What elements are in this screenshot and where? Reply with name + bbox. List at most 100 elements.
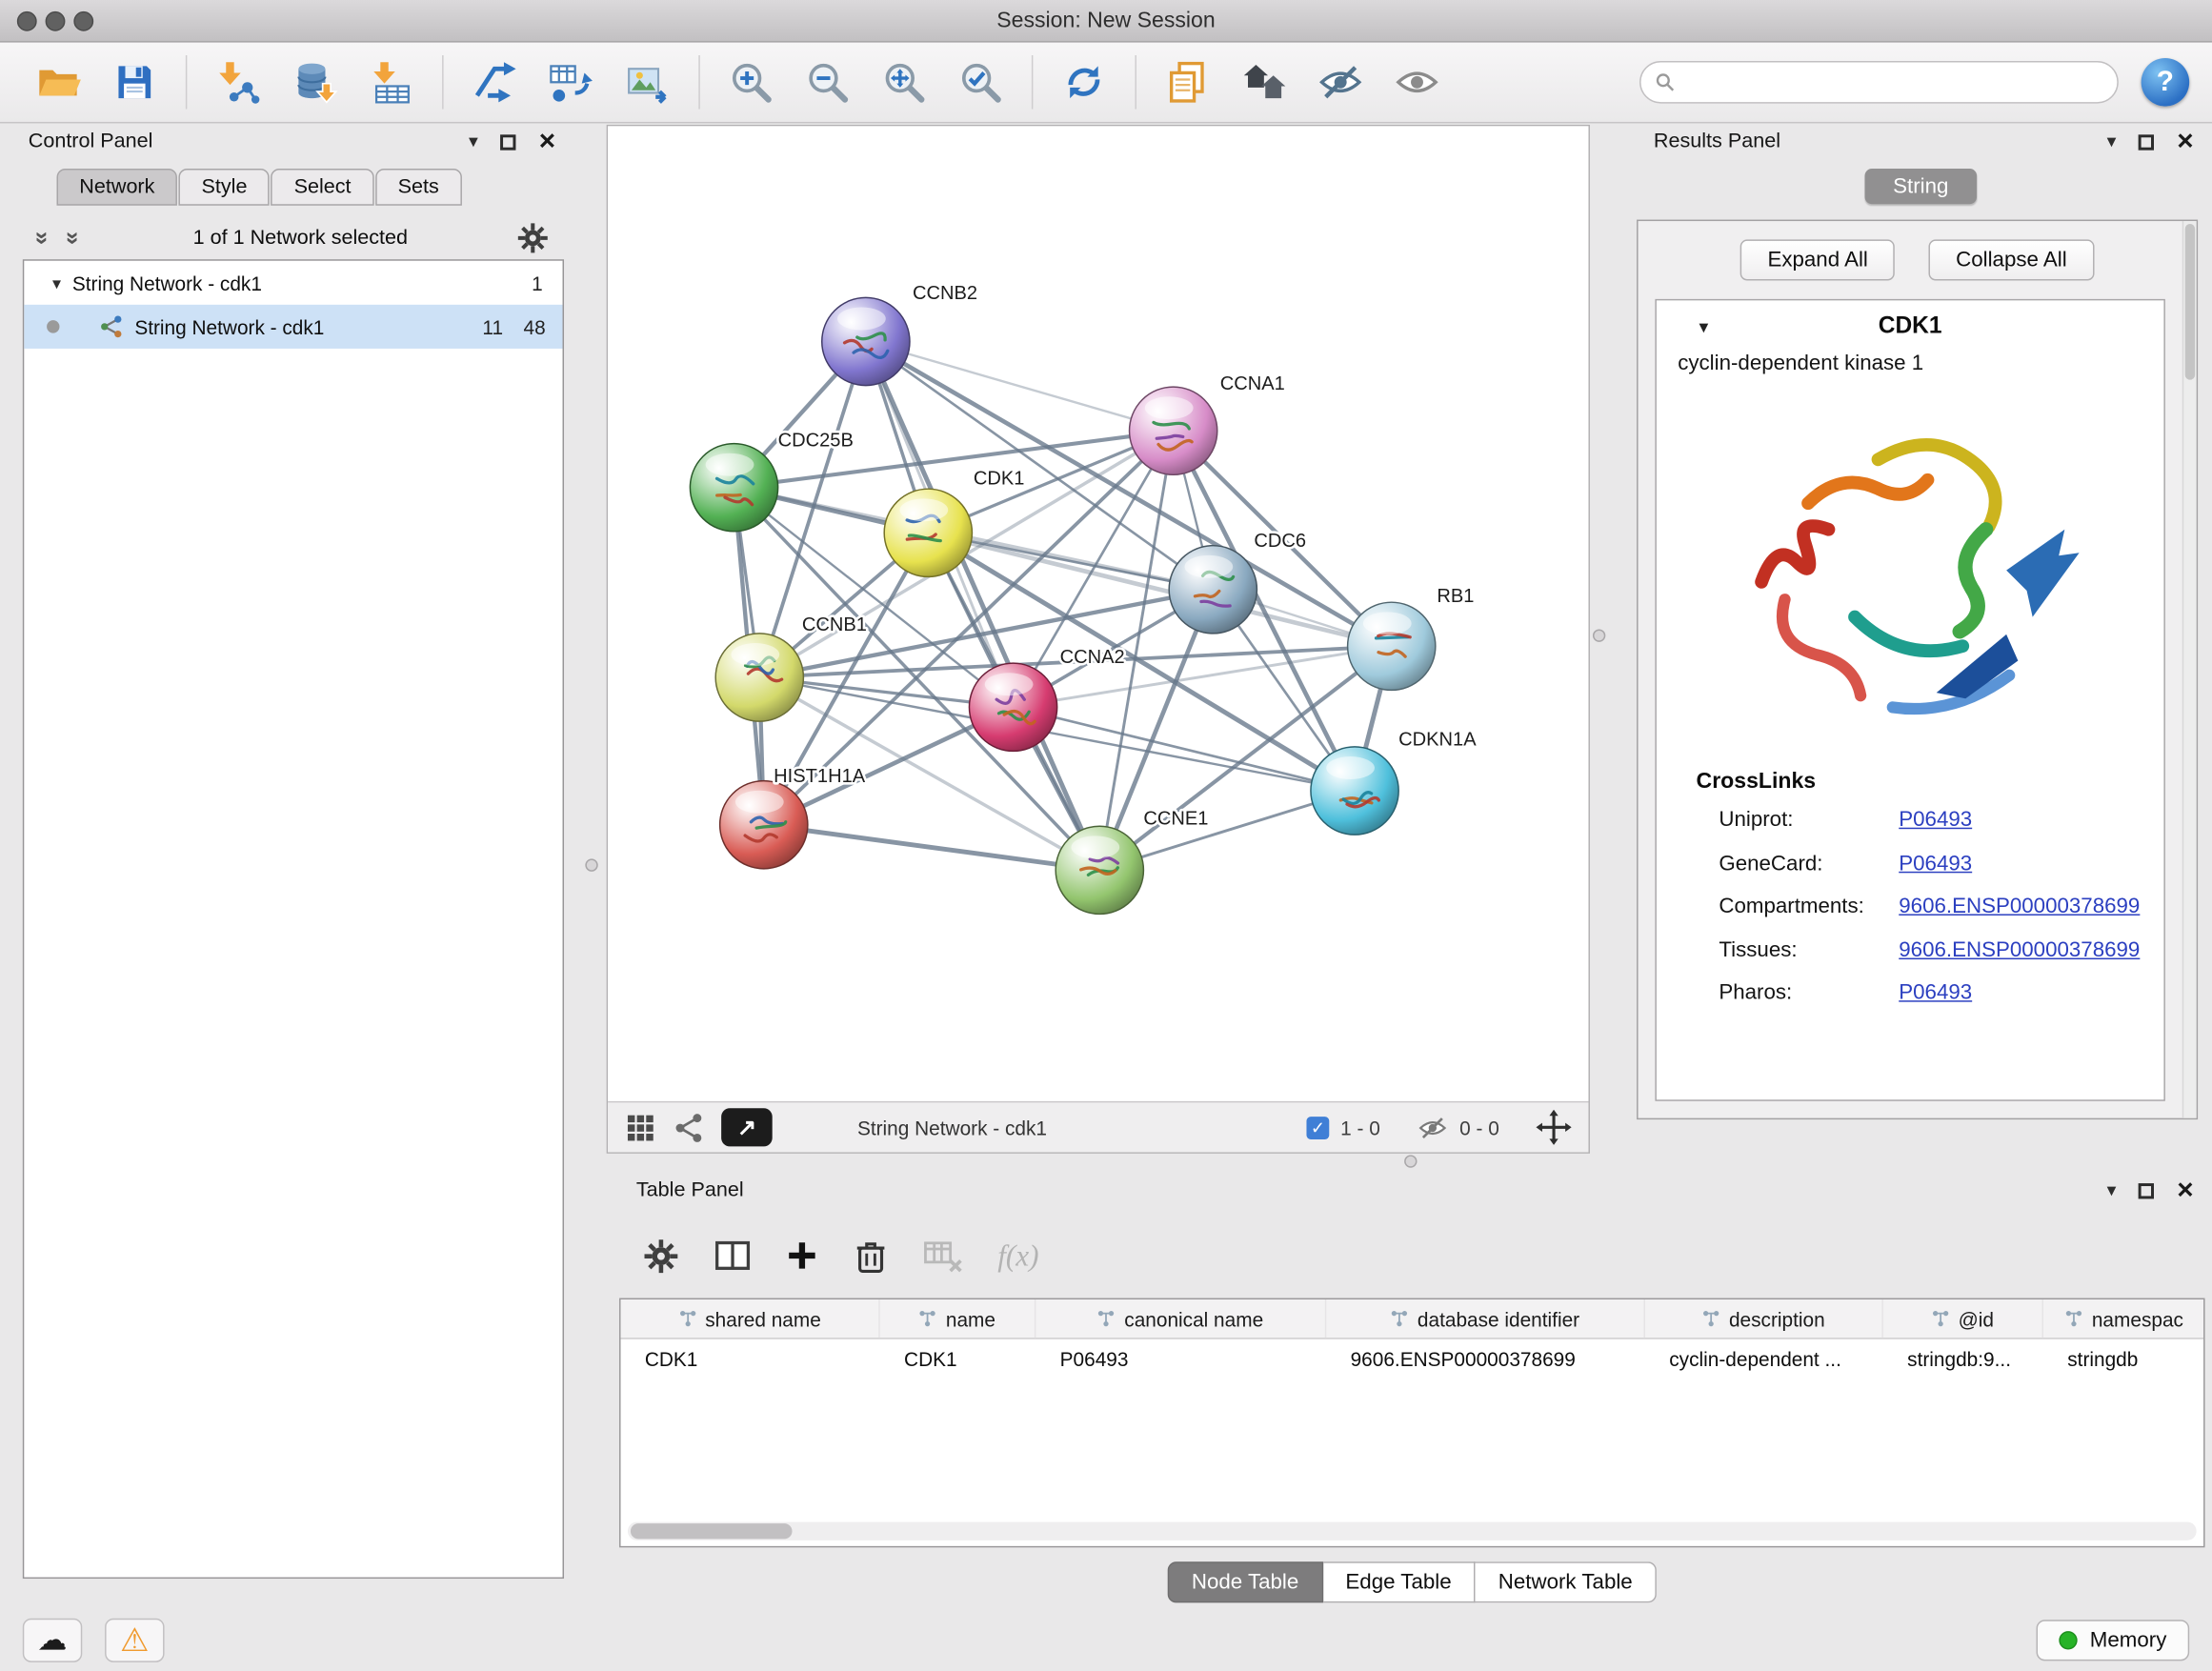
network-node-CDK1[interactable] (884, 489, 972, 576)
crosslink-link-genecard-[interactable]: P06493 (1899, 842, 1972, 885)
network-options-gear[interactable] (515, 221, 550, 255)
open-session-button[interactable] (27, 50, 89, 114)
network-row[interactable]: String Network - cdk1 11 48 (24, 305, 562, 349)
close-panel-icon[interactable]: × (539, 128, 555, 156)
column-header-database-identifier[interactable]: database identifier (1326, 1299, 1645, 1338)
table-cell[interactable]: P06493 (1036, 1339, 1326, 1379)
close-panel-icon[interactable]: × (2177, 1177, 2193, 1205)
refresh-button[interactable] (1053, 50, 1115, 114)
network-node-HIST1H1A[interactable] (720, 781, 808, 869)
network-collection-row[interactable]: ▾ String Network - cdk1 1 (24, 261, 562, 305)
zoom-out-button[interactable] (796, 50, 858, 114)
splitter-handle[interactable] (1404, 1155, 1417, 1167)
float-panel-icon[interactable] (2139, 134, 2154, 150)
network-edge[interactable] (764, 825, 1100, 871)
cloud-status-button[interactable]: ☁ (23, 1618, 82, 1661)
column-header-description[interactable]: description (1645, 1299, 1883, 1338)
table-cell[interactable]: stringdb:9... (1883, 1339, 2043, 1379)
table-cell[interactable]: CDK1 (880, 1339, 1036, 1379)
table-cell[interactable]: CDK1 (621, 1339, 880, 1379)
function-builder-button[interactable]: f(x) (997, 1238, 1038, 1273)
network-node-CCNB1[interactable] (715, 634, 803, 721)
birds-eye-button[interactable] (1536, 1110, 1571, 1145)
table-row[interactable]: CDK1CDK1P064939606.ENSP00000378699cyclin… (621, 1339, 2204, 1379)
zoom-in-button[interactable] (720, 50, 782, 114)
table-cell[interactable]: stringdb (2043, 1339, 2205, 1379)
delete-column-button[interactable] (853, 1238, 888, 1273)
import-network-file-button[interactable] (207, 50, 269, 114)
panel-menu-icon[interactable]: ▾ (2107, 1179, 2117, 1202)
column-header-name[interactable]: name (880, 1299, 1036, 1338)
column-header-shared-name[interactable]: shared name (621, 1299, 880, 1338)
crosslink-link-tissues-[interactable]: 9606.ENSP00000378699 (1899, 929, 2140, 972)
splitter-handle[interactable] (1593, 629, 1605, 641)
show-columns-button[interactable] (714, 1238, 752, 1275)
import-network-database-button[interactable] (284, 50, 346, 114)
search-input[interactable] (1685, 70, 2103, 93)
detach-view-button[interactable]: ↗ (721, 1108, 773, 1146)
zoom-selected-button[interactable] (950, 50, 1012, 114)
tab-string[interactable]: String (1864, 169, 1977, 204)
close-panel-icon[interactable]: × (2177, 128, 2193, 156)
tree-caret-icon[interactable]: ▾ (41, 272, 72, 292)
save-session-button[interactable] (104, 50, 166, 114)
tab-network-table[interactable]: Network Table (1476, 1561, 1657, 1602)
network-edge[interactable] (866, 341, 1099, 870)
export-image-button[interactable] (616, 50, 678, 114)
expand-all-button[interactable]: Expand All (1740, 239, 1895, 280)
tab-node-table[interactable]: Node Table (1168, 1561, 1323, 1602)
tab-select[interactable]: Select (271, 169, 374, 206)
float-panel-icon[interactable] (2139, 1182, 2154, 1198)
tab-network[interactable]: Network (57, 169, 178, 206)
network-node-CDC6[interactable] (1169, 546, 1257, 634)
network-node-CCNB2[interactable] (822, 297, 910, 385)
table-horizontal-scrollbar[interactable] (628, 1522, 2197, 1540)
network-node-RB1[interactable] (1348, 602, 1436, 690)
home-view-button[interactable] (1233, 50, 1295, 114)
crosslink-link-uniprot-[interactable]: P06493 (1899, 799, 1972, 842)
tab-sets[interactable]: Sets (375, 169, 462, 206)
tab-edge-table[interactable]: Edge Table (1323, 1561, 1476, 1602)
float-panel-icon[interactable] (501, 134, 516, 150)
expand-all-icon[interactable]: « (57, 224, 86, 252)
crosslink-link-compartments-[interactable]: 9606.ENSP00000378699 (1899, 886, 2140, 929)
selected-checkbox[interactable]: ✓ (1306, 1116, 1329, 1138)
network-view-button[interactable] (674, 1112, 705, 1143)
network-node-CDKN1A[interactable] (1311, 747, 1398, 835)
table-cell[interactable]: cyclin-dependent ... (1645, 1339, 1883, 1379)
grid-view-button[interactable] (625, 1112, 656, 1143)
collapse-section-icon[interactable]: ▾ (1699, 316, 1709, 339)
tab-style[interactable]: Style (179, 169, 271, 206)
memory-button[interactable]: Memory (2036, 1619, 2189, 1660)
network-node-CCNA2[interactable] (969, 663, 1056, 751)
collapse-all-icon[interactable]: » (29, 224, 57, 252)
add-column-button[interactable] (785, 1238, 819, 1273)
table-cell[interactable]: 9606.ENSP00000378699 (1326, 1339, 1645, 1379)
delete-table-button[interactable] (922, 1237, 963, 1275)
hide-selected-button[interactable] (1309, 50, 1371, 114)
panel-menu-icon[interactable]: ▾ (469, 131, 478, 153)
network-from-table-button[interactable] (540, 50, 602, 114)
network-node-CCNE1[interactable] (1056, 826, 1143, 914)
panel-menu-icon[interactable]: ▾ (2107, 131, 2117, 153)
network-canvas[interactable]: CCNB2CCNA1CDC25BCDK1CDC6RB1CCNB1CCNA2CDK… (608, 126, 1588, 1100)
new-network-button[interactable] (463, 50, 525, 114)
crosslink-link-pharos-[interactable]: P06493 (1899, 972, 1972, 1015)
results-scrollbar[interactable] (2182, 221, 2197, 1118)
show-all-button[interactable] (1386, 50, 1448, 114)
search-field[interactable] (1639, 61, 2119, 104)
table-options-button[interactable] (642, 1237, 680, 1275)
collapse-all-button[interactable]: Collapse All (1929, 239, 2094, 280)
network-node-CCNA1[interactable] (1130, 387, 1217, 474)
splitter-handle[interactable] (585, 858, 597, 871)
copy-document-button[interactable] (1156, 50, 1218, 114)
column-header--id[interactable]: @id (1883, 1299, 2043, 1338)
network-node-CDC25B[interactable] (690, 444, 777, 532)
column-header-canonical-name[interactable]: canonical name (1036, 1299, 1326, 1338)
zoom-fit-button[interactable] (873, 50, 935, 114)
import-table-button[interactable] (360, 50, 422, 114)
help-button[interactable]: ? (2142, 58, 2190, 107)
network-edge[interactable] (866, 341, 1174, 431)
column-header-namespac[interactable]: namespac (2043, 1299, 2205, 1338)
warnings-button[interactable]: ⚠ (105, 1618, 164, 1661)
